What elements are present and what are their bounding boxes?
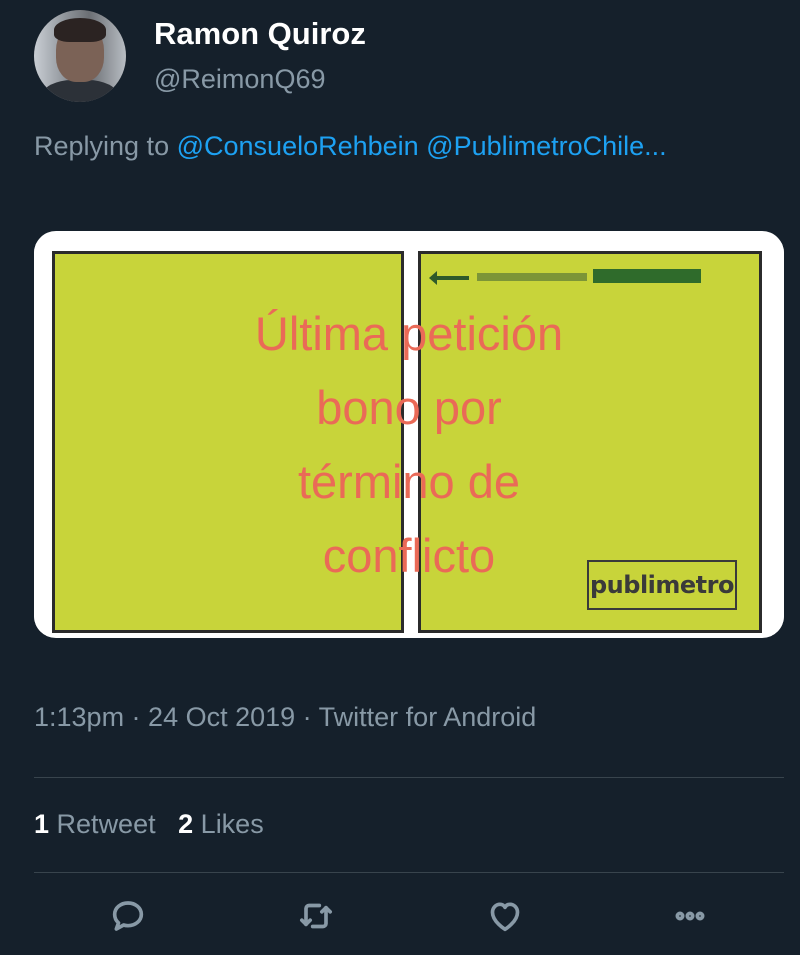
- more-icon: [675, 911, 705, 921]
- arrow-left-icon: [429, 271, 469, 285]
- replying-prefix: Replying to: [34, 131, 170, 161]
- divider: [34, 777, 784, 778]
- tweet-stats: 1 Retweet 2 Likes: [34, 809, 264, 840]
- likes-count: 2: [178, 809, 194, 839]
- divider: [34, 872, 784, 873]
- overlay-line: Última petición: [254, 307, 564, 360]
- mentions-link[interactable]: @ConsueloRehbein @PublimetroChile...: [177, 131, 667, 161]
- retweet-count: 1: [34, 809, 50, 839]
- retweet-stat[interactable]: 1 Retweet: [34, 809, 156, 839]
- author-handle[interactable]: @ReimonQ69: [154, 64, 325, 95]
- retweet-button[interactable]: [292, 892, 340, 940]
- tweet-image[interactable]: publimetro Última petición bono por térm…: [34, 231, 784, 638]
- likes-label: Likes: [200, 809, 264, 839]
- heart-icon: [490, 902, 520, 932]
- avatar[interactable]: [34, 10, 126, 102]
- reply-icon: [112, 901, 144, 931]
- retweet-icon: [300, 903, 332, 929]
- overlay-line: conflicto: [322, 529, 496, 582]
- image-overlay-text: Última petición bono por término de conf…: [34, 297, 784, 593]
- like-button[interactable]: [481, 892, 529, 940]
- tweet-timestamp[interactable]: 1:13pm · 24 Oct 2019 · Twitter for Andro…: [34, 702, 536, 733]
- likes-stat[interactable]: 2 Likes: [178, 809, 264, 839]
- more-button[interactable]: [666, 892, 714, 940]
- replying-to: Replying to @ConsueloRehbein @Publimetro…: [34, 131, 667, 162]
- newspaper-tag: [593, 269, 701, 283]
- author-name[interactable]: Ramon Quiroz: [154, 16, 366, 52]
- retweet-label: Retweet: [56, 809, 156, 839]
- overlay-line: término de: [297, 455, 521, 508]
- reply-button[interactable]: [104, 892, 152, 940]
- overlay-line: bono por: [316, 381, 502, 434]
- newspaper-small-text: [477, 273, 587, 281]
